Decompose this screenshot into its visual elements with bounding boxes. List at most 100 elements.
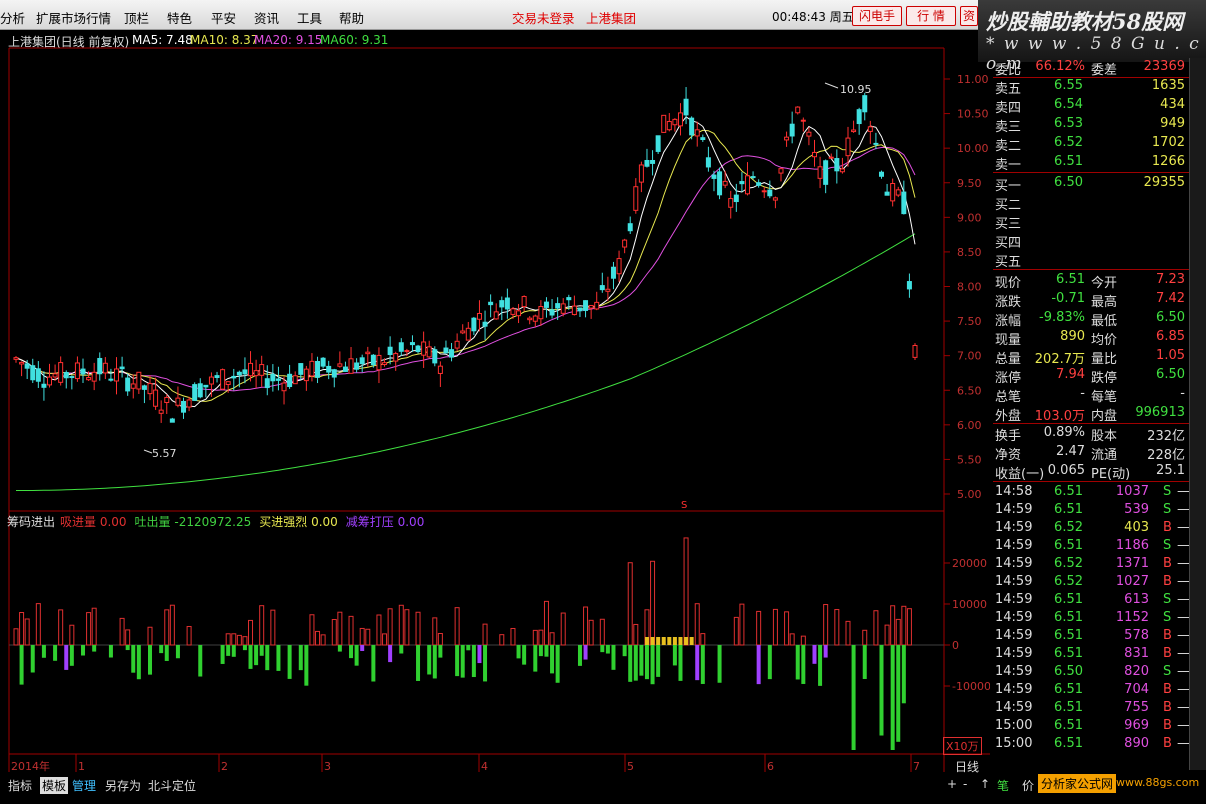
candle-body	[236, 371, 242, 376]
indicator-legend-key: 买进强烈	[259, 515, 312, 529]
zoom-out-icon[interactable]: -	[963, 777, 967, 791]
menu-help[interactable]: 帮助	[339, 8, 364, 27]
tick-side: B	[1163, 646, 1172, 661]
menu-news[interactable]: 资讯	[254, 8, 279, 27]
outflow-bar	[175, 645, 180, 659]
kline-svg[interactable]: 11.0010.5010.009.509.008.508.007.507.006…	[0, 30, 990, 774]
stat-row: 涨停 7.94 跌停 6.50	[993, 366, 1189, 386]
candle-body	[800, 119, 806, 122]
stat-row: 换手 0.89% 股本 232亿	[993, 424, 1189, 444]
candle-body	[24, 363, 30, 369]
candle-body	[449, 349, 455, 358]
candle-body	[605, 288, 611, 292]
value: 0.065	[1047, 463, 1085, 478]
value: 2.47	[1056, 444, 1085, 459]
volume: 1266	[1151, 154, 1185, 169]
window-stock-title: 上港集团	[586, 11, 637, 26]
label: 卖二	[995, 139, 1022, 154]
inflow-bar	[482, 623, 488, 646]
tab-manage[interactable]: 管理	[72, 777, 96, 794]
outflow-bar	[639, 645, 644, 676]
candle-body	[231, 375, 237, 379]
menu-analysis[interactable]: 分析	[0, 8, 25, 27]
menu-extended-market[interactable]: 扩展市场行情	[36, 8, 111, 27]
tab-price[interactable]: 价	[1022, 777, 1034, 794]
tab-ticks[interactable]: 笔	[997, 777, 1009, 794]
x-tick-label: 2	[221, 760, 228, 773]
inflow-bar	[337, 611, 343, 646]
tick-volume: 578	[1124, 628, 1149, 643]
inflow-bar	[733, 616, 739, 646]
outflow-bar	[767, 645, 772, 680]
label: 委差	[1091, 63, 1118, 78]
inflow-bar	[532, 629, 538, 646]
outflow-bar	[259, 645, 264, 656]
trade-status: 交易未登录	[512, 11, 575, 26]
label: 跌停	[1091, 371, 1118, 386]
value: 890	[1060, 329, 1085, 344]
strong-buy-bar	[678, 637, 683, 645]
inflow-bar	[164, 609, 170, 646]
indicator-legend: 吸进量 0.00 吐出量 -2120972.25 买进强烈 0.00 减筹打压 0.0…	[60, 513, 432, 530]
menu-features[interactable]: 特色	[167, 8, 192, 27]
zoom-in-icon[interactable]: +	[947, 777, 957, 791]
tick-time: 14:59	[995, 646, 1033, 661]
candle-body	[153, 389, 159, 407]
tab-template[interactable]: 模板	[40, 777, 69, 794]
candle-body	[677, 112, 683, 127]
inflow-bar	[845, 620, 851, 646]
x-tick-label: 6	[767, 760, 774, 773]
value: 7.42	[1156, 291, 1185, 306]
kline-chart-area[interactable]: 11.00 10.50 10.00 9.50 9.00 8.50 8.00 7.50 7.00 6…	[0, 30, 990, 774]
ind-y-tick-label: 0	[952, 639, 959, 652]
outflow-bar	[337, 645, 342, 652]
candle-body	[253, 370, 259, 377]
candle-body	[504, 297, 510, 310]
flash-trade-button[interactable]: 闪电手	[852, 6, 902, 26]
candle-body	[655, 135, 661, 152]
tick-price: 6.51	[1054, 502, 1083, 517]
info-button[interactable]: 资	[960, 6, 978, 26]
tab-indicator[interactable]: 指标	[8, 777, 32, 794]
outflow-bar	[583, 645, 588, 660]
candle-body	[348, 358, 354, 374]
candle-body	[689, 117, 695, 136]
menu-tools[interactable]: 工具	[297, 8, 322, 27]
menu-topbar[interactable]: 顶栏	[124, 8, 149, 27]
inflow-bar	[549, 632, 555, 646]
tab-save-as[interactable]: 另存为	[105, 777, 141, 794]
strong-buy-bar	[661, 637, 666, 645]
candle-body	[102, 362, 108, 374]
low-price-label: 5.57	[152, 447, 177, 460]
inflow-bar	[789, 633, 795, 646]
scrollbar[interactable]	[1189, 58, 1206, 770]
tick-price: 6.51	[1054, 610, 1083, 625]
inflow-bar	[125, 629, 131, 646]
candle-body	[733, 194, 739, 203]
inflow-bar	[147, 626, 153, 646]
outflow-bar	[19, 645, 24, 685]
volume: 949	[1160, 116, 1185, 131]
inflow-bar	[13, 628, 19, 646]
quote-button[interactable]: 行 情	[906, 6, 956, 26]
tab-beidou[interactable]: 北斗定位	[148, 777, 196, 794]
inflow-bar	[583, 606, 589, 646]
outflow-bar	[879, 645, 884, 736]
candle-body	[264, 378, 270, 389]
tick-time: 14:59	[995, 700, 1033, 715]
tick-volume: 1186	[1115, 538, 1149, 553]
candle-body	[878, 171, 884, 177]
arrow-up-icon[interactable]: ↑	[980, 777, 990, 791]
outflow-bar	[550, 645, 555, 674]
outflow-bar	[125, 645, 130, 651]
candle-body	[465, 327, 471, 341]
quote-panel: 委比 66.12% 委差 23369 卖五 6.55 1635 卖四 6.54 434 卖三 6.53…	[993, 58, 1190, 758]
tick-volume: 890	[1124, 736, 1149, 751]
outflow-bar	[360, 645, 365, 651]
outflow-bar	[304, 645, 309, 686]
inflow-bar	[270, 609, 276, 646]
candle-body	[722, 180, 728, 186]
label: 总量	[995, 352, 1022, 367]
menu-pingan[interactable]: 平安	[211, 8, 236, 27]
clock: 00:48:43 周五	[772, 8, 854, 25]
